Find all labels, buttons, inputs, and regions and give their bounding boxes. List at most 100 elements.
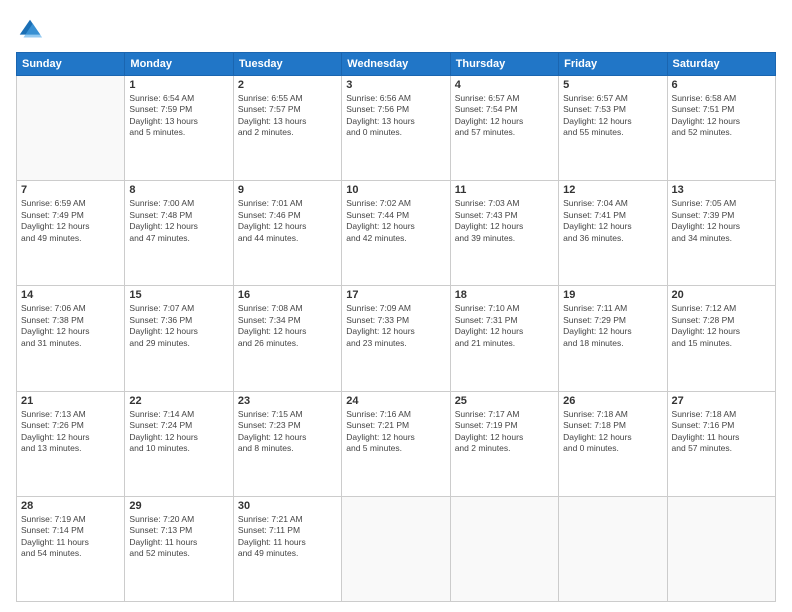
- calendar-cell: 7 Sunrise: 6:59 AM Sunset: 7:49 PM Daylig…: [17, 181, 125, 286]
- calendar: SundayMondayTuesdayWednesdayThursdayFrid…: [16, 52, 776, 602]
- calendar-cell: 1 Sunrise: 6:54 AM Sunset: 7:59 PM Daylig…: [125, 76, 233, 181]
- day-number: 5: [563, 79, 662, 91]
- calendar-cell: 8 Sunrise: 7:00 AM Sunset: 7:48 PM Daylig…: [125, 181, 233, 286]
- day-number: 12: [563, 184, 662, 196]
- day-info: Sunrise: 6:54 AM Sunset: 7:59 PM Dayligh…: [129, 93, 228, 139]
- day-header-saturday: Saturday: [667, 53, 775, 76]
- day-info: Sunrise: 7:05 AM Sunset: 7:39 PM Dayligh…: [672, 198, 771, 244]
- calendar-cell: 22Sunrise: 7:14 AM Sunset: 7:24 PM Dayli…: [125, 391, 233, 496]
- calendar-cell: 26 Sunrise: 7:18 AM Sunset: 7:18 PM Dayli…: [559, 391, 667, 496]
- day-info: Sunrise: 6:58 AM Sunset: 7:51 PM Dayligh…: [672, 93, 771, 139]
- day-number: 9: [238, 184, 337, 196]
- logo-icon: [16, 16, 44, 44]
- day-number: 8: [129, 184, 228, 196]
- day-info: Sunrise: 7:07 AM Sunset: 7:36 PM Dayligh…: [129, 303, 228, 349]
- day-number: 6: [672, 79, 771, 91]
- calendar-cell: 28 Sunrise: 7:19 AM Sunset: 7:14 PM Dayli…: [17, 496, 125, 601]
- day-info: Sunrise: 7:18 AM Sunset: 7:16 PM Dayligh…: [672, 409, 771, 455]
- day-info: Sunrise: 6:57 AM Sunset: 7:54 PM Dayligh…: [455, 93, 554, 139]
- calendar-cell: 4 Sunrise: 6:57 AM Sunset: 7:54 PM Daylig…: [450, 76, 558, 181]
- day-info: Sunrise: 6:55 AM Sunset: 7:57 PM Dayligh…: [238, 93, 337, 139]
- calendar-cell: [559, 496, 667, 601]
- day-info: Sunrise: 7:16 AM Sunset: 7:21 PM Dayligh…: [346, 409, 445, 455]
- day-info: Sunrise: 6:59 AM Sunset: 7:49 PM Dayligh…: [21, 198, 120, 244]
- day-info: Sunrise: 7:06 AM Sunset: 7:38 PM Dayligh…: [21, 303, 120, 349]
- calendar-cell: 17Sunrise: 7:09 AM Sunset: 7:33 PM Dayli…: [342, 286, 450, 391]
- day-number: 2: [238, 79, 337, 91]
- day-number: 3: [346, 79, 445, 91]
- day-header-friday: Friday: [559, 53, 667, 76]
- day-number: 26: [563, 395, 662, 407]
- calendar-cell: 30 Sunrise: 7:21 AM Sunset: 7:11 PM Dayli…: [233, 496, 341, 601]
- calendar-cell: 16 Sunrise: 7:08 AM Sunset: 7:34 PM Dayli…: [233, 286, 341, 391]
- calendar-cell: 14 Sunrise: 7:06 AM Sunset: 7:38 PM Dayli…: [17, 286, 125, 391]
- calendar-cell: 23 Sunrise: 7:15 AM Sunset: 7:23 PM Dayli…: [233, 391, 341, 496]
- day-header-monday: Monday: [125, 53, 233, 76]
- calendar-header-row: SundayMondayTuesdayWednesdayThursdayFrid…: [17, 53, 776, 76]
- day-info: Sunrise: 7:00 AM Sunset: 7:48 PM Dayligh…: [129, 198, 228, 244]
- day-header-sunday: Sunday: [17, 53, 125, 76]
- calendar-cell: 12 Sunrise: 7:04 AM Sunset: 7:41 PM Dayli…: [559, 181, 667, 286]
- day-info: Sunrise: 7:15 AM Sunset: 7:23 PM Dayligh…: [238, 409, 337, 455]
- day-number: 7: [21, 184, 120, 196]
- calendar-cell: [450, 496, 558, 601]
- day-info: Sunrise: 7:18 AM Sunset: 7:18 PM Dayligh…: [563, 409, 662, 455]
- calendar-cell: [667, 496, 775, 601]
- week-row-2: 14 Sunrise: 7:06 AM Sunset: 7:38 PM Dayli…: [17, 286, 776, 391]
- day-number: 23: [238, 395, 337, 407]
- calendar-cell: 29 Sunrise: 7:20 AM Sunset: 7:13 PM Dayli…: [125, 496, 233, 601]
- day-info: Sunrise: 7:10 AM Sunset: 7:31 PM Dayligh…: [455, 303, 554, 349]
- day-number: 4: [455, 79, 554, 91]
- calendar-cell: 18Sunrise: 7:10 AM Sunset: 7:31 PM Dayli…: [450, 286, 558, 391]
- day-header-thursday: Thursday: [450, 53, 558, 76]
- day-info: Sunrise: 7:13 AM Sunset: 7:26 PM Dayligh…: [21, 409, 120, 455]
- day-info: Sunrise: 7:02 AM Sunset: 7:44 PM Dayligh…: [346, 198, 445, 244]
- day-info: Sunrise: 7:21 AM Sunset: 7:11 PM Dayligh…: [238, 514, 337, 560]
- day-info: Sunrise: 7:01 AM Sunset: 7:46 PM Dayligh…: [238, 198, 337, 244]
- week-row-3: 21 Sunrise: 7:13 AM Sunset: 7:26 PM Dayli…: [17, 391, 776, 496]
- day-number: 28: [21, 500, 120, 512]
- day-number: 13: [672, 184, 771, 196]
- day-number: 24: [346, 395, 445, 407]
- day-number: 17: [346, 289, 445, 301]
- day-number: 30: [238, 500, 337, 512]
- day-number: 22: [129, 395, 228, 407]
- day-info: Sunrise: 7:08 AM Sunset: 7:34 PM Dayligh…: [238, 303, 337, 349]
- day-number: 11: [455, 184, 554, 196]
- day-number: 19: [563, 289, 662, 301]
- calendar-cell: 25 Sunrise: 7:17 AM Sunset: 7:19 PM Dayli…: [450, 391, 558, 496]
- day-info: Sunrise: 7:17 AM Sunset: 7:19 PM Dayligh…: [455, 409, 554, 455]
- day-info: Sunrise: 7:03 AM Sunset: 7:43 PM Dayligh…: [455, 198, 554, 244]
- day-info: Sunrise: 6:57 AM Sunset: 7:53 PM Dayligh…: [563, 93, 662, 139]
- week-row-4: 28 Sunrise: 7:19 AM Sunset: 7:14 PM Dayli…: [17, 496, 776, 601]
- day-number: 20: [672, 289, 771, 301]
- day-info: Sunrise: 7:12 AM Sunset: 7:28 PM Dayligh…: [672, 303, 771, 349]
- calendar-cell: 11 Sunrise: 7:03 AM Sunset: 7:43 PM Dayli…: [450, 181, 558, 286]
- day-number: 1: [129, 79, 228, 91]
- calendar-cell: [17, 76, 125, 181]
- header: [16, 16, 776, 44]
- day-number: 21: [21, 395, 120, 407]
- calendar-cell: 24 Sunrise: 7:16 AM Sunset: 7:21 PM Dayli…: [342, 391, 450, 496]
- day-number: 29: [129, 500, 228, 512]
- day-number: 14: [21, 289, 120, 301]
- calendar-cell: 9 Sunrise: 7:01 AM Sunset: 7:46 PM Daylig…: [233, 181, 341, 286]
- day-header-tuesday: Tuesday: [233, 53, 341, 76]
- calendar-cell: 6 Sunrise: 6:58 AM Sunset: 7:51 PM Daylig…: [667, 76, 775, 181]
- calendar-cell: 15 Sunrise: 7:07 AM Sunset: 7:36 PM Dayli…: [125, 286, 233, 391]
- day-number: 15: [129, 289, 228, 301]
- calendar-cell: 5 Sunrise: 6:57 AM Sunset: 7:53 PM Daylig…: [559, 76, 667, 181]
- day-number: 16: [238, 289, 337, 301]
- day-info: Sunrise: 7:20 AM Sunset: 7:13 PM Dayligh…: [129, 514, 228, 560]
- calendar-cell: 20 Sunrise: 7:12 AM Sunset: 7:28 PM Dayli…: [667, 286, 775, 391]
- day-info: Sunrise: 7:19 AM Sunset: 7:14 PM Dayligh…: [21, 514, 120, 560]
- calendar-cell: 13 Sunrise: 7:05 AM Sunset: 7:39 PM Dayli…: [667, 181, 775, 286]
- week-row-0: 1 Sunrise: 6:54 AM Sunset: 7:59 PM Daylig…: [17, 76, 776, 181]
- day-header-wednesday: Wednesday: [342, 53, 450, 76]
- day-number: 25: [455, 395, 554, 407]
- day-info: Sunrise: 7:04 AM Sunset: 7:41 PM Dayligh…: [563, 198, 662, 244]
- day-number: 10: [346, 184, 445, 196]
- calendar-cell: [342, 496, 450, 601]
- calendar-cell: 21 Sunrise: 7:13 AM Sunset: 7:26 PM Dayli…: [17, 391, 125, 496]
- calendar-cell: 2 Sunrise: 6:55 AM Sunset: 7:57 PM Daylig…: [233, 76, 341, 181]
